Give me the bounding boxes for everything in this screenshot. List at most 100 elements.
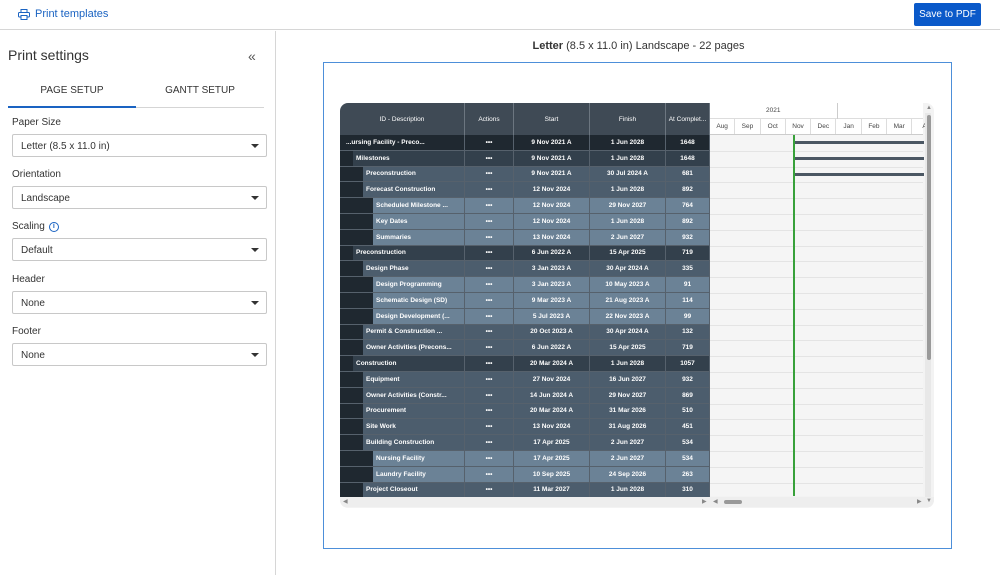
row-actions-icon[interactable]: •••	[465, 150, 514, 167]
cell-finish: 1 Jun 2028	[590, 150, 666, 167]
scroll-left-icon[interactable]: ◀	[713, 498, 718, 505]
column-header-id[interactable]: ID - Description	[340, 103, 465, 135]
scroll-right-icon[interactable]: ▶	[702, 498, 707, 505]
row-actions-icon[interactable]: •••	[465, 435, 514, 451]
chevron-down-icon	[251, 144, 259, 148]
table-row[interactable]: Summaries ••• 13 Nov 2024 2 Jun 2027 932	[340, 229, 710, 246]
row-actions-icon[interactable]: •••	[465, 229, 514, 246]
table-row[interactable]: Preconstruction ••• 9 Nov 2021 A 30 Jul 202…	[340, 166, 710, 183]
panel-title: Print settings	[8, 47, 89, 63]
table-row[interactable]: Owner Activities (Precons... ••• 6 Jun 202…	[340, 340, 710, 357]
scroll-right-icon[interactable]: ▶	[917, 498, 922, 505]
table-row[interactable]: Key Dates ••• 12 Nov 2024 1 Jun 2028 892	[340, 214, 710, 230]
row-actions-icon[interactable]: •••	[465, 451, 514, 467]
row-actions-icon[interactable]: •••	[465, 324, 514, 341]
column-header-at-completion[interactable]: At Complet...	[666, 103, 710, 135]
row-actions-icon[interactable]: •••	[465, 214, 514, 230]
cell-description: Construction	[340, 356, 465, 372]
row-actions-icon[interactable]: •••	[465, 340, 514, 357]
tab-gantt-setup[interactable]: GANTT SETUP	[136, 82, 264, 108]
cell-finish: 31 Mar 2026	[590, 403, 666, 420]
table-row[interactable]: Building Construction ••• 17 Apr 2025 2 Jun…	[340, 435, 710, 451]
row-actions-icon[interactable]: •••	[465, 135, 514, 151]
cell-finish: 29 Nov 2027	[590, 198, 666, 214]
scaling-label: Scaling i	[12, 221, 59, 232]
row-actions-icon[interactable]: •••	[465, 277, 514, 293]
gantt-row-line	[710, 277, 923, 279]
table-row[interactable]: Design Development (... ••• 5 Jul 2023 A 22…	[340, 308, 710, 325]
table-row[interactable]: Site Work ••• 13 Nov 2024 31 Aug 2026 451	[340, 419, 710, 436]
print-templates-link[interactable]: Print templates	[18, 8, 108, 20]
gantt-row-line	[710, 214, 923, 215]
column-header-finish[interactable]: Finish	[590, 103, 666, 135]
collapse-panel-icon[interactable]: «	[248, 48, 256, 64]
footer-select[interactable]: None	[12, 343, 267, 366]
orientation-label: Orientation	[12, 169, 61, 180]
gantt-month-label: Oct	[761, 119, 786, 134]
column-header-actions[interactable]: Actions	[465, 103, 514, 135]
table-row[interactable]: Milestones ••• 9 Nov 2021 A1 Jun 2028 1648	[340, 150, 710, 167]
paper-size-select[interactable]: Letter (8.5 x 11.0 in)	[12, 134, 267, 157]
row-actions-icon[interactable]: •••	[465, 198, 514, 214]
cell-description: Design Development (...	[340, 308, 465, 325]
row-actions-icon[interactable]: •••	[465, 466, 514, 483]
row-actions-icon[interactable]: •••	[465, 293, 514, 309]
table-row[interactable]: Construction ••• 20 Mar 2024 A1 Jun 2028 10…	[340, 356, 710, 372]
row-actions-icon[interactable]: •••	[465, 387, 514, 404]
tab-page-setup[interactable]: PAGE SETUP	[8, 82, 136, 108]
cell-finish: 16 Jun 2027	[590, 372, 666, 388]
vertical-scroll-thumb[interactable]	[927, 115, 931, 360]
table-row[interactable]: Equipment ••• 27 Nov 2024 16 Jun 2027 932	[340, 372, 710, 388]
table-row[interactable]: Procurement ••• 20 Mar 2024 A 31 Mar 2026 51…	[340, 403, 710, 420]
header-label: Header	[12, 274, 45, 285]
cell-start: 6 Jun 2022 A	[514, 245, 590, 262]
scroll-down-icon[interactable]: ▼	[926, 498, 932, 504]
row-actions-icon[interactable]: •••	[465, 182, 514, 199]
gantt-month-label: Dec	[811, 119, 837, 134]
scroll-up-icon[interactable]: ▲	[926, 105, 932, 111]
horizontal-scrollbar[interactable]	[340, 497, 934, 507]
gantt-row-line	[710, 293, 923, 294]
row-actions-icon[interactable]: •••	[465, 245, 514, 262]
row-actions-icon[interactable]: •••	[465, 372, 514, 388]
gantt-row-line	[710, 403, 923, 405]
row-actions-icon[interactable]: •••	[465, 308, 514, 325]
cell-start: 3 Jan 2023 A	[514, 277, 590, 293]
table-row[interactable]: Design Programming ••• 3 Jan 2023 A 10 May …	[340, 277, 710, 293]
table-row[interactable]: Design Phase ••• 3 Jan 2023 A 30 Apr 2024 A…	[340, 261, 710, 278]
table-row[interactable]: ...ursing Facility - Preco... ••• 9 Nov 20…	[340, 135, 710, 151]
column-header-start[interactable]: Start	[514, 103, 590, 135]
table-row[interactable]: Preconstruction ••• 6 Jun 2022 A 15 Apr 202…	[340, 245, 710, 262]
save-to-pdf-button[interactable]: Save to PDF	[914, 3, 981, 26]
table-row[interactable]: Schematic Design (SD) ••• 9 Mar 2023 A 21 A…	[340, 293, 710, 309]
cell-at-completion: 892	[666, 214, 710, 230]
chevron-down-icon	[251, 248, 259, 252]
cell-start: 20 Oct 2023 A	[514, 324, 590, 341]
gantt-bar[interactable]	[794, 172, 924, 176]
cell-finish: 29 Nov 2027	[590, 387, 666, 404]
header-select[interactable]: None	[12, 291, 267, 314]
horizontal-scroll-thumb[interactable]	[724, 500, 742, 504]
orientation-select[interactable]: Landscape	[12, 186, 267, 209]
info-icon[interactable]: i	[48, 221, 59, 232]
scaling-select[interactable]: Default	[12, 238, 267, 261]
cell-start: 17 Apr 2025	[514, 451, 590, 467]
settings-tabs: PAGE SETUP GANTT SETUP	[8, 82, 264, 108]
row-actions-icon[interactable]: •••	[465, 403, 514, 420]
table-row[interactable]: Nursing Facility ••• 17 Apr 2025 2 Jun 2027…	[340, 451, 710, 467]
row-actions-icon[interactable]: •••	[465, 261, 514, 278]
table-row[interactable]: Permit & Construction ... ••• 20 Oct 2023 …	[340, 324, 710, 341]
row-actions-icon[interactable]: •••	[465, 166, 514, 183]
gantt-month-header: AugSepOctNovDecJanFebMarA	[710, 119, 927, 135]
row-actions-icon[interactable]: •••	[465, 419, 514, 436]
table-row[interactable]: Forecast Construction ••• 12 Nov 2024 1 Jun…	[340, 182, 710, 199]
scroll-left-icon[interactable]: ◀	[343, 498, 348, 505]
row-actions-icon[interactable]: •••	[465, 356, 514, 372]
gantt-month-label: Mar	[887, 119, 913, 134]
gantt-bar[interactable]	[794, 141, 924, 144]
gantt-bar[interactable]	[794, 156, 924, 160]
cell-finish: 2 Jun 2027	[590, 229, 666, 246]
table-row[interactable]: Scheduled Milestone ... ••• 12 Nov 2024 29 …	[340, 198, 710, 214]
table-row[interactable]: Laundry Facility ••• 10 Sep 2025 24 Sep 202…	[340, 466, 710, 483]
table-row[interactable]: Owner Activities (Constr... ••• 14 Jun 202…	[340, 387, 710, 404]
